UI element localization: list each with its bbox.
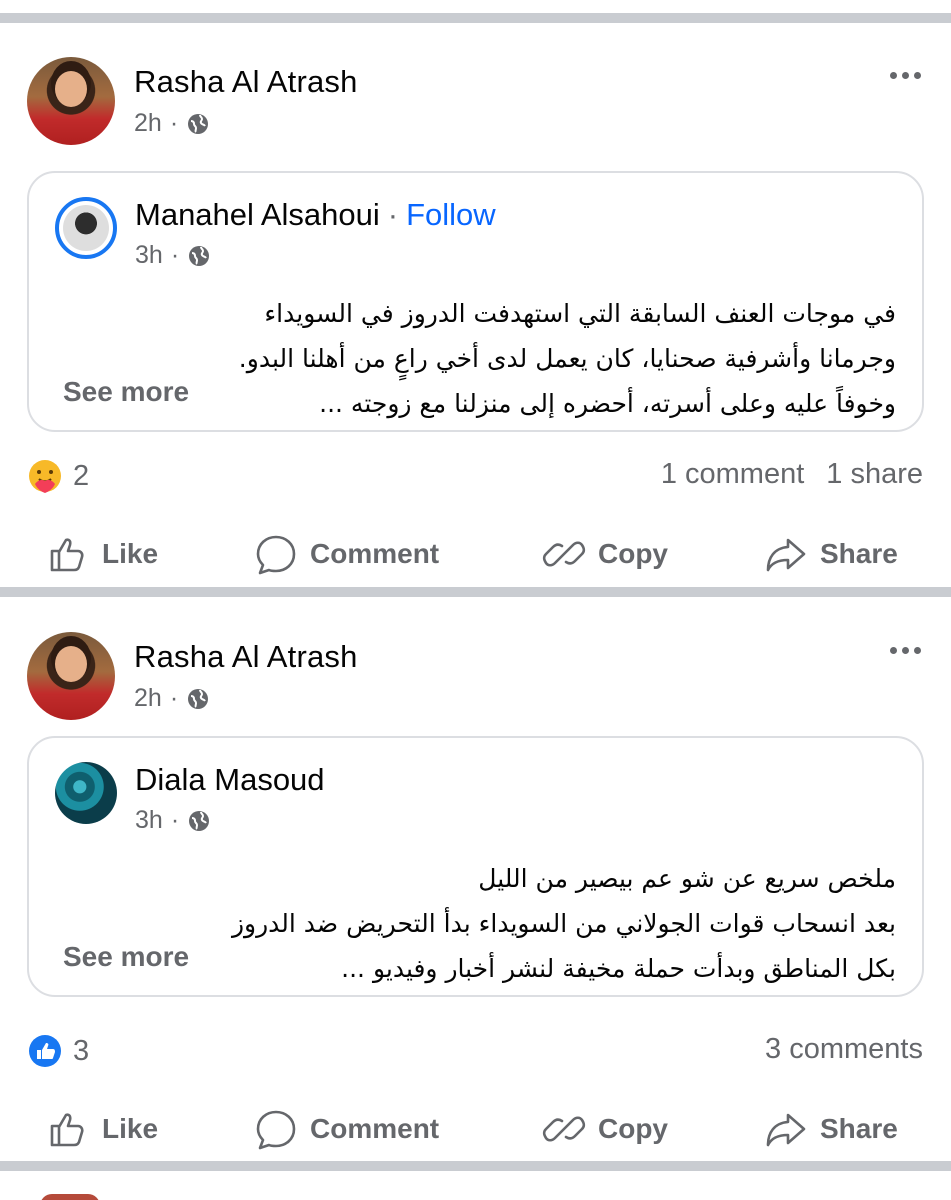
care-reaction-icon (29, 460, 61, 493)
shared-post-meta: 3h · (135, 241, 211, 270)
thumbs-up-icon (50, 538, 84, 572)
shared-post-card[interactable]: Diala Masoud 3h · ملخص سريع عن شو عم بيص… (27, 736, 924, 997)
next-post-avatar-peek (40, 1194, 100, 1200)
avatar[interactable] (27, 632, 115, 720)
share-arrow-icon (766, 1113, 806, 1147)
shared-author-avatar[interactable] (55, 197, 117, 259)
shared-author-row: Diala Masoud (135, 762, 325, 798)
comment-count[interactable]: 3 comments (765, 1033, 923, 1066)
post-author[interactable]: Rasha Al Atrash (134, 64, 358, 100)
copy-button[interactable]: Copy (542, 1107, 668, 1151)
like-label: Like (102, 538, 159, 569)
author-separator: · (387, 197, 399, 232)
shared-author-avatar[interactable] (55, 762, 117, 824)
meta-dot: · (169, 109, 179, 137)
more-options-icon[interactable] (890, 647, 921, 654)
post-actions: Like Comment Copy Share (0, 532, 951, 580)
comment-icon (256, 535, 296, 575)
shared-author-name[interactable]: Manahel Alsahoui (135, 197, 380, 233)
post-stats: 3 comments (765, 1033, 923, 1066)
text-line: ملخص سريع عن شو عم بيصير من الليل (478, 864, 896, 893)
comment-label: Comment (310, 538, 440, 569)
copy-button[interactable]: Copy (542, 532, 668, 576)
reaction-count: 2 (73, 459, 90, 492)
post-stats: 1 comment 1 share (661, 458, 923, 491)
like-button[interactable]: Like (46, 1107, 158, 1151)
shared-post-time[interactable]: 3h (135, 806, 163, 835)
shared-author-name[interactable]: Diala Masoud (135, 762, 325, 798)
share-count[interactable]: 1 share (826, 458, 923, 491)
share-button[interactable]: Share (764, 532, 898, 576)
globe-icon (188, 688, 209, 709)
meta-dot: · (169, 684, 179, 712)
meta-dot: · (170, 806, 180, 834)
feed-post: Rasha Al Atrash 2h · Manahel Alsahoui · … (0, 10, 951, 576)
link-icon (542, 541, 586, 567)
post-actions: Like Comment Copy Share (0, 1107, 951, 1155)
copy-label: Copy (598, 1113, 668, 1144)
meta-dot: · (170, 241, 180, 269)
shared-post-meta: 3h · (135, 806, 211, 835)
text-line: في موجات العنف السابقة التي استهدفت الدر… (264, 299, 896, 328)
comment-label: Comment (310, 1113, 440, 1144)
like-reaction-icon (29, 1035, 61, 1067)
globe-icon (189, 810, 210, 831)
thumbs-up-icon (50, 1113, 84, 1147)
share-button[interactable]: Share (764, 1107, 898, 1151)
follow-button[interactable]: Follow (406, 197, 496, 233)
avatar[interactable] (27, 57, 115, 145)
text-line: وجرمانا وأشرفية صحنايا، كان يعمل لدى أخي… (238, 344, 896, 373)
like-button[interactable]: Like (46, 532, 158, 576)
reaction-count: 3 (73, 1034, 90, 1067)
comment-icon (256, 1110, 296, 1150)
globe-icon (188, 113, 209, 134)
shared-post-card[interactable]: Manahel Alsahoui · Follow 3h · في موجات … (27, 171, 924, 432)
comment-count[interactable]: 1 comment (661, 458, 804, 491)
post-time[interactable]: 2h (134, 109, 162, 138)
feed-separator (0, 1161, 951, 1171)
globe-icon (189, 245, 210, 266)
more-options-icon[interactable] (890, 72, 921, 79)
reaction-summary[interactable]: 2 (27, 458, 89, 494)
shared-post-time[interactable]: 3h (135, 241, 163, 270)
see-more-link[interactable]: See more (63, 376, 198, 408)
share-label: Share (820, 1113, 898, 1144)
feed-post: Rasha Al Atrash 2h · Diala Masoud 3h · م… (0, 585, 951, 1151)
comment-button[interactable]: Comment (254, 1107, 439, 1151)
post-meta: 2h · (134, 684, 210, 713)
share-arrow-icon (766, 538, 806, 572)
reaction-summary[interactable]: 3 (27, 1033, 89, 1069)
see-more-link[interactable]: See more (63, 941, 198, 973)
copy-label: Copy (598, 538, 668, 569)
post-time[interactable]: 2h (134, 684, 162, 713)
text-line: بعد انسحاب قوات الجولاني من السويداء بدأ… (231, 909, 896, 938)
share-label: Share (820, 538, 898, 569)
comment-button[interactable]: Comment (254, 532, 439, 576)
link-icon (542, 1116, 586, 1142)
like-label: Like (102, 1113, 159, 1144)
post-meta: 2h · (134, 109, 210, 138)
post-author[interactable]: Rasha Al Atrash (134, 639, 358, 675)
shared-author-row: Manahel Alsahoui · Follow (135, 197, 496, 233)
